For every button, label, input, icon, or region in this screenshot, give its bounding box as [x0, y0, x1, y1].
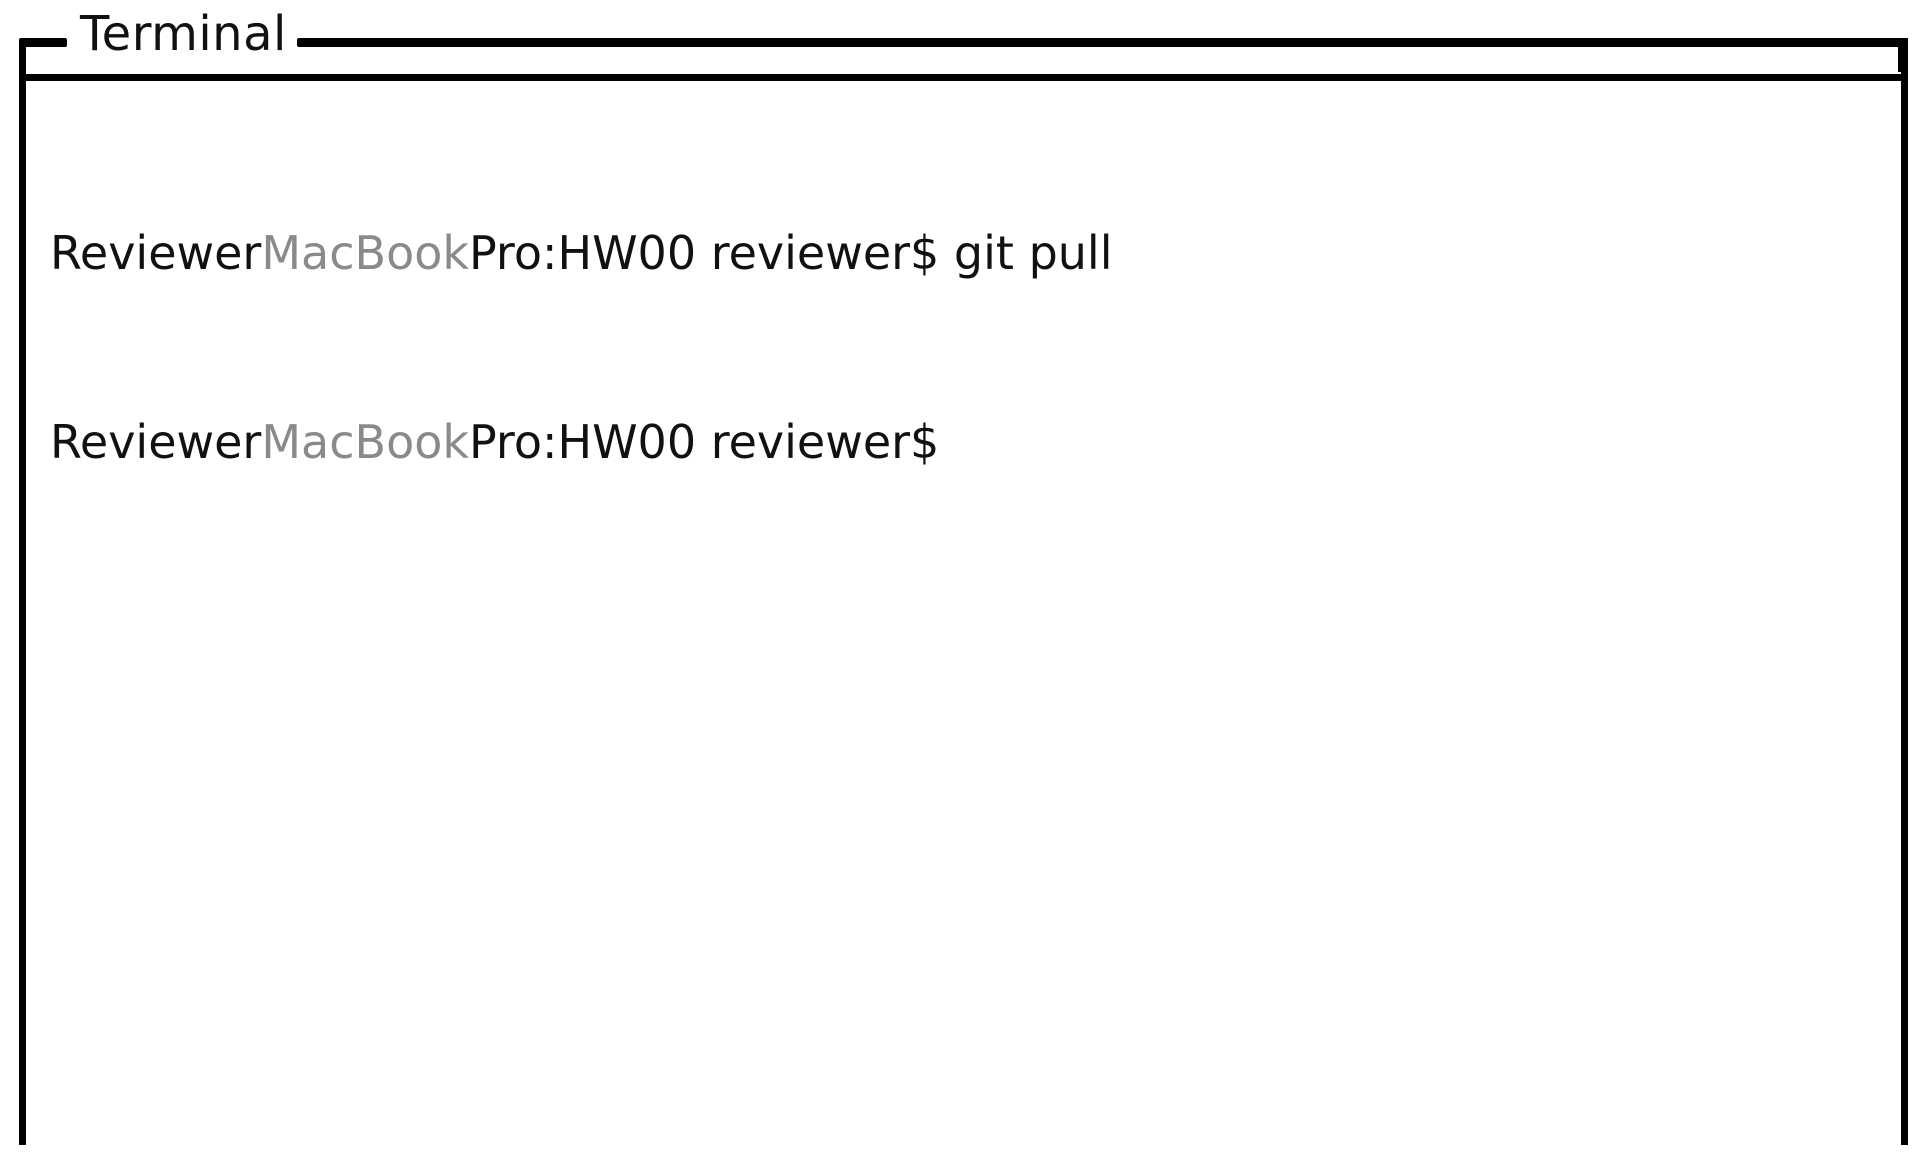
prompt-suffix: Pro:HW00 reviewer$	[469, 226, 940, 280]
prompt-user: Reviewer	[50, 226, 262, 280]
terminal-line-1: ReviewerMacBookPro:HW00 reviewer$ git pu…	[50, 222, 1870, 285]
terminal-output[interactable]: ReviewerMacBookPro:HW00 reviewer$ git pu…	[50, 96, 1870, 1126]
prompt-user: Reviewer	[50, 415, 262, 469]
terminal-line-2: ReviewerMacBookPro:HW00 reviewer$	[50, 411, 1870, 474]
prompt-host: MacBook	[261, 226, 469, 280]
prompt-suffix: Pro:HW00 reviewer$	[469, 415, 940, 469]
terminal-command: git pull	[939, 226, 1113, 280]
prompt-host: MacBook	[261, 415, 469, 469]
